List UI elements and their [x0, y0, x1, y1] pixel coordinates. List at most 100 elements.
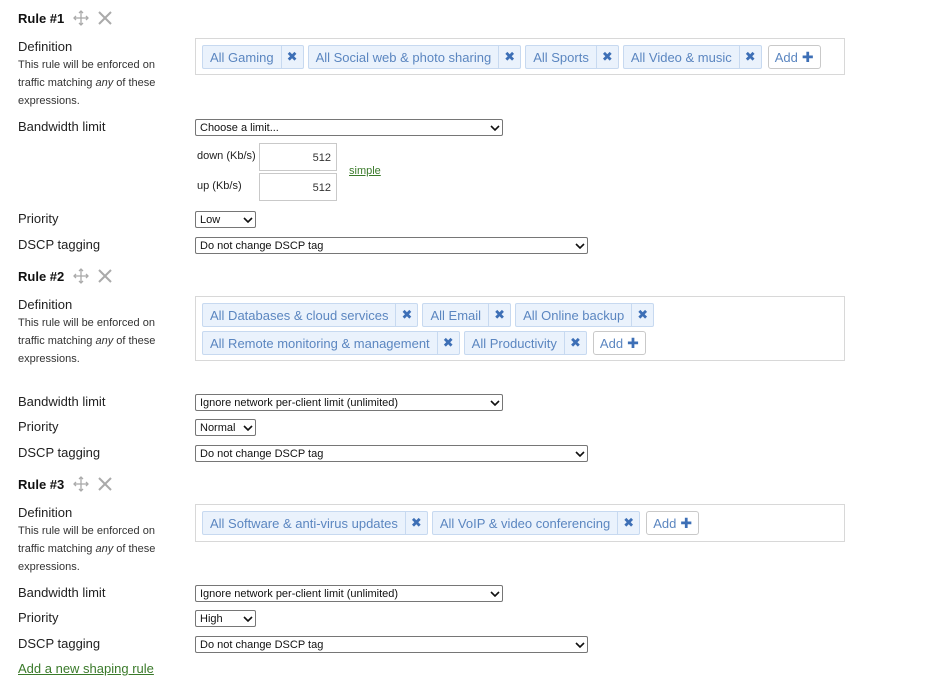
tag-label: All Email: [430, 307, 482, 323]
chevron-down-icon: [488, 120, 502, 135]
definition-label: Definition: [18, 505, 73, 520]
priority-value: Low: [200, 213, 221, 226]
down-input[interactable]: 512: [259, 143, 337, 171]
add-tag-button[interactable]: Add ✚: [592, 331, 646, 355]
dscp-value: Do not change DSCP tag: [200, 239, 324, 252]
chevron-down-icon: [241, 611, 255, 626]
definition-help: This rule will be enforced on traffic ma…: [18, 314, 168, 368]
tag-row: All Gaming ✖ All Social web & photo shari…: [202, 43, 838, 71]
priority-select[interactable]: Normal: [195, 419, 256, 436]
remove-x-icon[interactable]: ✖: [280, 46, 303, 68]
definition-box: All Gaming ✖ All Social web & photo shari…: [195, 38, 845, 75]
remove-x-icon[interactable]: ✖: [395, 304, 417, 326]
remove-x-icon[interactable]: ✖: [631, 304, 653, 326]
tag-row: All Databases & cloud services ✖ All Emai…: [202, 301, 838, 329]
dscp-label: DSCP tagging: [18, 237, 101, 252]
up-label: up (Kb/s): [197, 180, 242, 192]
chevron-down-icon: [573, 446, 587, 461]
chevron-down-icon: [488, 395, 502, 410]
remove-x-icon[interactable]: ✖: [436, 332, 459, 354]
bandwidth-select[interactable]: Choose a limit...: [195, 119, 503, 136]
bandwidth-label: Bandwidth limit: [18, 585, 106, 600]
dscp-value: Do not change DSCP tag: [200, 638, 324, 651]
chevron-down-icon: [241, 212, 255, 227]
rule-header: Rule #3: [18, 475, 120, 493]
close-icon[interactable]: [96, 475, 114, 493]
definition-help: This rule will be enforced on traffic ma…: [18, 522, 168, 576]
dscp-value: Do not change DSCP tag: [200, 447, 324, 460]
definition-help-em: any: [95, 543, 114, 555]
dscp-label: DSCP tagging: [18, 445, 101, 460]
add-label: Add: [774, 49, 798, 65]
rule-title: Rule #1: [18, 10, 65, 26]
move-icon[interactable]: [72, 475, 90, 493]
plus-icon: ✚: [801, 48, 814, 65]
definition-box: All Databases & cloud services ✖ All Emai…: [195, 296, 845, 361]
tag: All Video & music ✖: [622, 45, 762, 69]
remove-x-icon[interactable]: ✖: [498, 46, 520, 68]
chevron-down-icon: [488, 586, 502, 601]
up-input[interactable]: 512: [259, 173, 337, 201]
chevron-down-icon: [573, 238, 587, 253]
dscp-label: DSCP tagging: [18, 636, 101, 651]
chevron-down-icon: [241, 420, 255, 435]
add-tag-button[interactable]: Add ✚: [646, 511, 700, 535]
down-label: down (Kb/s): [197, 150, 256, 162]
priority-select[interactable]: High: [195, 610, 256, 627]
tag-label: All Online backup: [523, 307, 625, 323]
add-shaping-rule-link[interactable]: Add a new shaping rule: [18, 661, 154, 676]
tag: All VoIP & video conferencing ✖: [431, 511, 641, 535]
plus-icon: ✚: [680, 514, 693, 531]
dscp-select[interactable]: Do not change DSCP tag: [195, 636, 588, 653]
tag-row: All Remote monitoring & management ✖ All …: [202, 329, 838, 357]
priority-select[interactable]: Low: [195, 211, 256, 228]
definition-label: Definition: [18, 39, 73, 54]
rule-header: Rule #1: [18, 9, 120, 27]
remove-x-icon[interactable]: ✖: [563, 332, 586, 354]
remove-x-icon[interactable]: ✖: [488, 304, 510, 326]
definition-label: Definition: [18, 297, 73, 312]
tag: All Productivity ✖: [463, 331, 587, 355]
bandwidth-value: Ignore network per-client limit (unlimit…: [200, 587, 399, 600]
add-tag-button[interactable]: Add ✚: [767, 45, 821, 69]
tag-row: All Software & anti-virus updates ✖ All V…: [202, 509, 838, 537]
move-icon[interactable]: [72, 9, 90, 27]
tag: All Gaming ✖: [202, 45, 304, 69]
tag: All Remote monitoring & management ✖: [202, 331, 460, 355]
bandwidth-label: Bandwidth limit: [18, 394, 106, 409]
tag-label: All Gaming: [210, 49, 274, 65]
add-label: Add: [653, 515, 677, 531]
remove-x-icon[interactable]: ✖: [404, 512, 427, 534]
priority-value: Normal: [200, 421, 236, 434]
priority-label: Priority: [18, 419, 59, 434]
bandwidth-select[interactable]: Ignore network per-client limit (unlimit…: [195, 585, 503, 602]
close-icon[interactable]: [96, 267, 114, 285]
definition-box: All Software & anti-virus updates ✖ All V…: [195, 504, 845, 542]
remove-x-icon[interactable]: ✖: [617, 512, 639, 534]
tag-label: All Databases & cloud services: [210, 307, 389, 323]
tag: All Sports ✖: [525, 45, 619, 69]
dscp-select[interactable]: Do not change DSCP tag: [195, 237, 588, 254]
priority-label: Priority: [18, 610, 59, 625]
tag: All Software & anti-virus updates ✖: [202, 511, 428, 535]
bandwidth-select[interactable]: Ignore network per-client limit (unlimit…: [195, 394, 503, 411]
bandwidth-value: Choose a limit...: [200, 121, 279, 134]
bandwidth-label: Bandwidth limit: [18, 119, 106, 134]
move-icon[interactable]: [72, 267, 90, 285]
definition-help-em: any: [95, 77, 114, 89]
rule-title: Rule #3: [18, 476, 65, 492]
definition-help-em: any: [95, 335, 114, 347]
tag-label: All Social web & photo sharing: [315, 49, 492, 65]
tag: All Social web & photo sharing ✖: [307, 45, 522, 69]
rule-header: Rule #2: [18, 267, 120, 285]
priority-value: High: [200, 612, 223, 625]
tag-label: All Video & music: [630, 49, 732, 65]
remove-x-icon[interactable]: ✖: [738, 46, 761, 68]
definition-help: This rule will be enforced on traffic ma…: [18, 56, 168, 110]
simple-link[interactable]: simple: [349, 165, 381, 177]
dscp-select[interactable]: Do not change DSCP tag: [195, 445, 588, 462]
remove-x-icon[interactable]: ✖: [595, 46, 618, 68]
add-label: Add: [599, 335, 624, 351]
close-icon[interactable]: [96, 9, 114, 27]
tag-label: All Remote monitoring & management: [210, 335, 430, 351]
